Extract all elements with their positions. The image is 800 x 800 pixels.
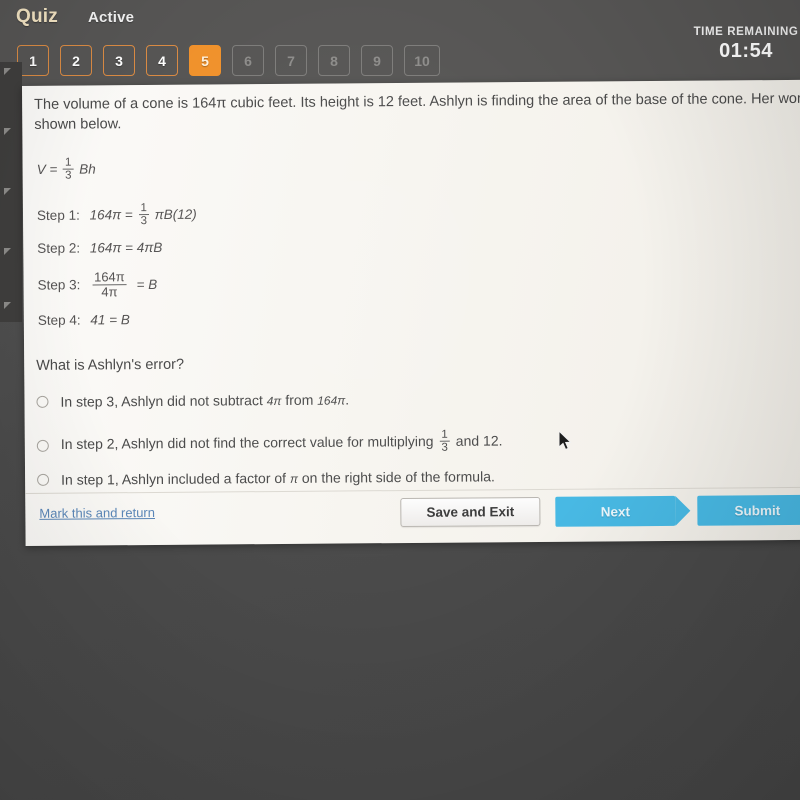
radio-button-icon[interactable] [36, 439, 49, 452]
step-3-fraction: 164π 4π [92, 269, 127, 299]
question-tab-6: 6 [232, 45, 264, 76]
step-3-fraction-denominator: 4π [92, 283, 127, 299]
formula-lhs: V = [36, 161, 58, 178]
step-2-expression: 164π = 4πB [89, 239, 163, 256]
radio-button-icon[interactable] [37, 473, 50, 486]
answer-option-2-label: In step 2, Ashlyn did not find the corre… [61, 429, 503, 458]
question-number-tabs[interactable]: 1 2 3 4 5 6 7 8 9 10 [17, 45, 440, 76]
formula-fraction-numerator: 1 [64, 156, 72, 169]
question-tab-3[interactable]: 3 [103, 45, 135, 76]
option-3-pi: π [289, 471, 299, 486]
step-1: Step 1: 164π = 1 3 πB(12) [36, 202, 197, 229]
time-remaining-label: TIME REMAINING [693, 26, 799, 38]
answer-option-3-label: In step 1, Ashlyn included a factor of π… [61, 468, 495, 487]
rail-marker-icon [4, 188, 11, 195]
radio-button-icon[interactable] [36, 395, 49, 408]
step-3-label: Step 3: [37, 277, 81, 293]
footer-divider [25, 486, 800, 494]
option-2-fraction-numerator: 1 [441, 428, 448, 441]
option-1-text-b: from [285, 391, 314, 408]
option-1-pi-1: 4π [266, 393, 282, 409]
answer-option-1[interactable]: In step 3, Ashlyn did not subtract 4π fr… [36, 391, 349, 410]
option-1-text-a: In step 3, Ashlyn did not subtract [60, 392, 263, 410]
formula-rhs: Bh [79, 161, 96, 177]
option-2-fraction: 1 3 [439, 429, 450, 454]
question-tab-5[interactable]: 5 [189, 45, 221, 76]
answer-option-1-label: In step 3, Ashlyn did not subtract 4π fr… [60, 391, 349, 409]
question-stem: The volume of a cone is 164π cubic feet.… [34, 90, 800, 133]
screen: Quiz Active 1 2 3 4 5 6 7 8 9 10 TIME REMAINING 0… [0, 0, 800, 800]
question-tab-7: 7 [275, 45, 307, 76]
option-2-fraction-denominator: 3 [439, 440, 450, 454]
rail-marker-icon [4, 302, 11, 309]
volume-formula: V = 1 3 Bh [37, 157, 96, 183]
step-2: Step 2: 164π = 4πB [37, 240, 162, 256]
question-tab-8: 8 [318, 45, 350, 76]
question-prompt: What is Ashlyn's error? [36, 356, 185, 374]
app-title: Quiz [16, 6, 58, 27]
step-4-label: Step 4: [37, 312, 81, 328]
formula-fraction: 1 3 [63, 157, 74, 182]
step-3-fraction-numerator: 164π [93, 269, 125, 285]
mark-this-and-return-link[interactable]: Mark this and return [39, 505, 155, 521]
rail-marker-icon [4, 128, 11, 135]
option-3-text-b: on the right side of the formula. [301, 468, 495, 486]
step-1-fraction: 1 3 [138, 202, 150, 228]
option-2-text-a: In step 2, Ashlyn did not find the corre… [60, 433, 434, 452]
question-tab-2[interactable]: 2 [60, 45, 92, 76]
option-2-text-b: and 12. [455, 432, 503, 449]
next-button[interactable]: Next [555, 495, 676, 527]
save-and-exit-button[interactable]: Save and Exit [400, 496, 541, 528]
step-1-rhs: πB(12) [154, 206, 197, 223]
formula-fraction-denominator: 3 [63, 168, 74, 182]
step-1-fraction-denominator: 3 [138, 214, 150, 228]
question-tab-10: 10 [404, 45, 440, 76]
step-1-fraction-numerator: 1 [140, 202, 147, 215]
step-4-expression: 41 = B [90, 312, 130, 328]
question-tab-4[interactable]: 4 [146, 45, 178, 76]
option-1-text-c: . [345, 391, 350, 408]
step-3-rhs: = B [136, 276, 158, 292]
step-2-label: Step 2: [37, 240, 81, 256]
question-tab-9: 9 [361, 45, 393, 76]
option-1-pi-2: 164π [317, 393, 346, 408]
left-rail [0, 62, 22, 322]
question-card: The volume of a cone is 164π cubic feet.… [22, 79, 800, 546]
time-remaining-value: 01:54 [719, 40, 773, 62]
step-1-lhs: 164π = [89, 207, 133, 223]
step-3: Step 3: 164π 4π = B [37, 269, 158, 300]
answer-option-3[interactable]: In step 1, Ashlyn included a factor of π… [37, 468, 495, 488]
answer-option-2[interactable]: In step 2, Ashlyn did not find the corre… [36, 429, 503, 458]
rail-marker-icon [4, 248, 11, 255]
submit-button[interactable]: Submit [697, 494, 800, 526]
brand-row: Quiz Active [16, 6, 134, 28]
option-3-text-a: In step 1, Ashlyn included a factor of [61, 469, 287, 488]
quiz-status-label: Active [87, 9, 135, 26]
rail-marker-icon [4, 68, 11, 75]
step-1-label: Step 1: [36, 207, 80, 224]
step-4: Step 4: 41 = B [38, 312, 130, 328]
time-remaining: TIME REMAINING 01:54 [692, 26, 800, 63]
top-bar: Quiz Active 1 2 3 4 5 6 7 8 9 10 TIME REMAINING 0… [0, 0, 800, 88]
